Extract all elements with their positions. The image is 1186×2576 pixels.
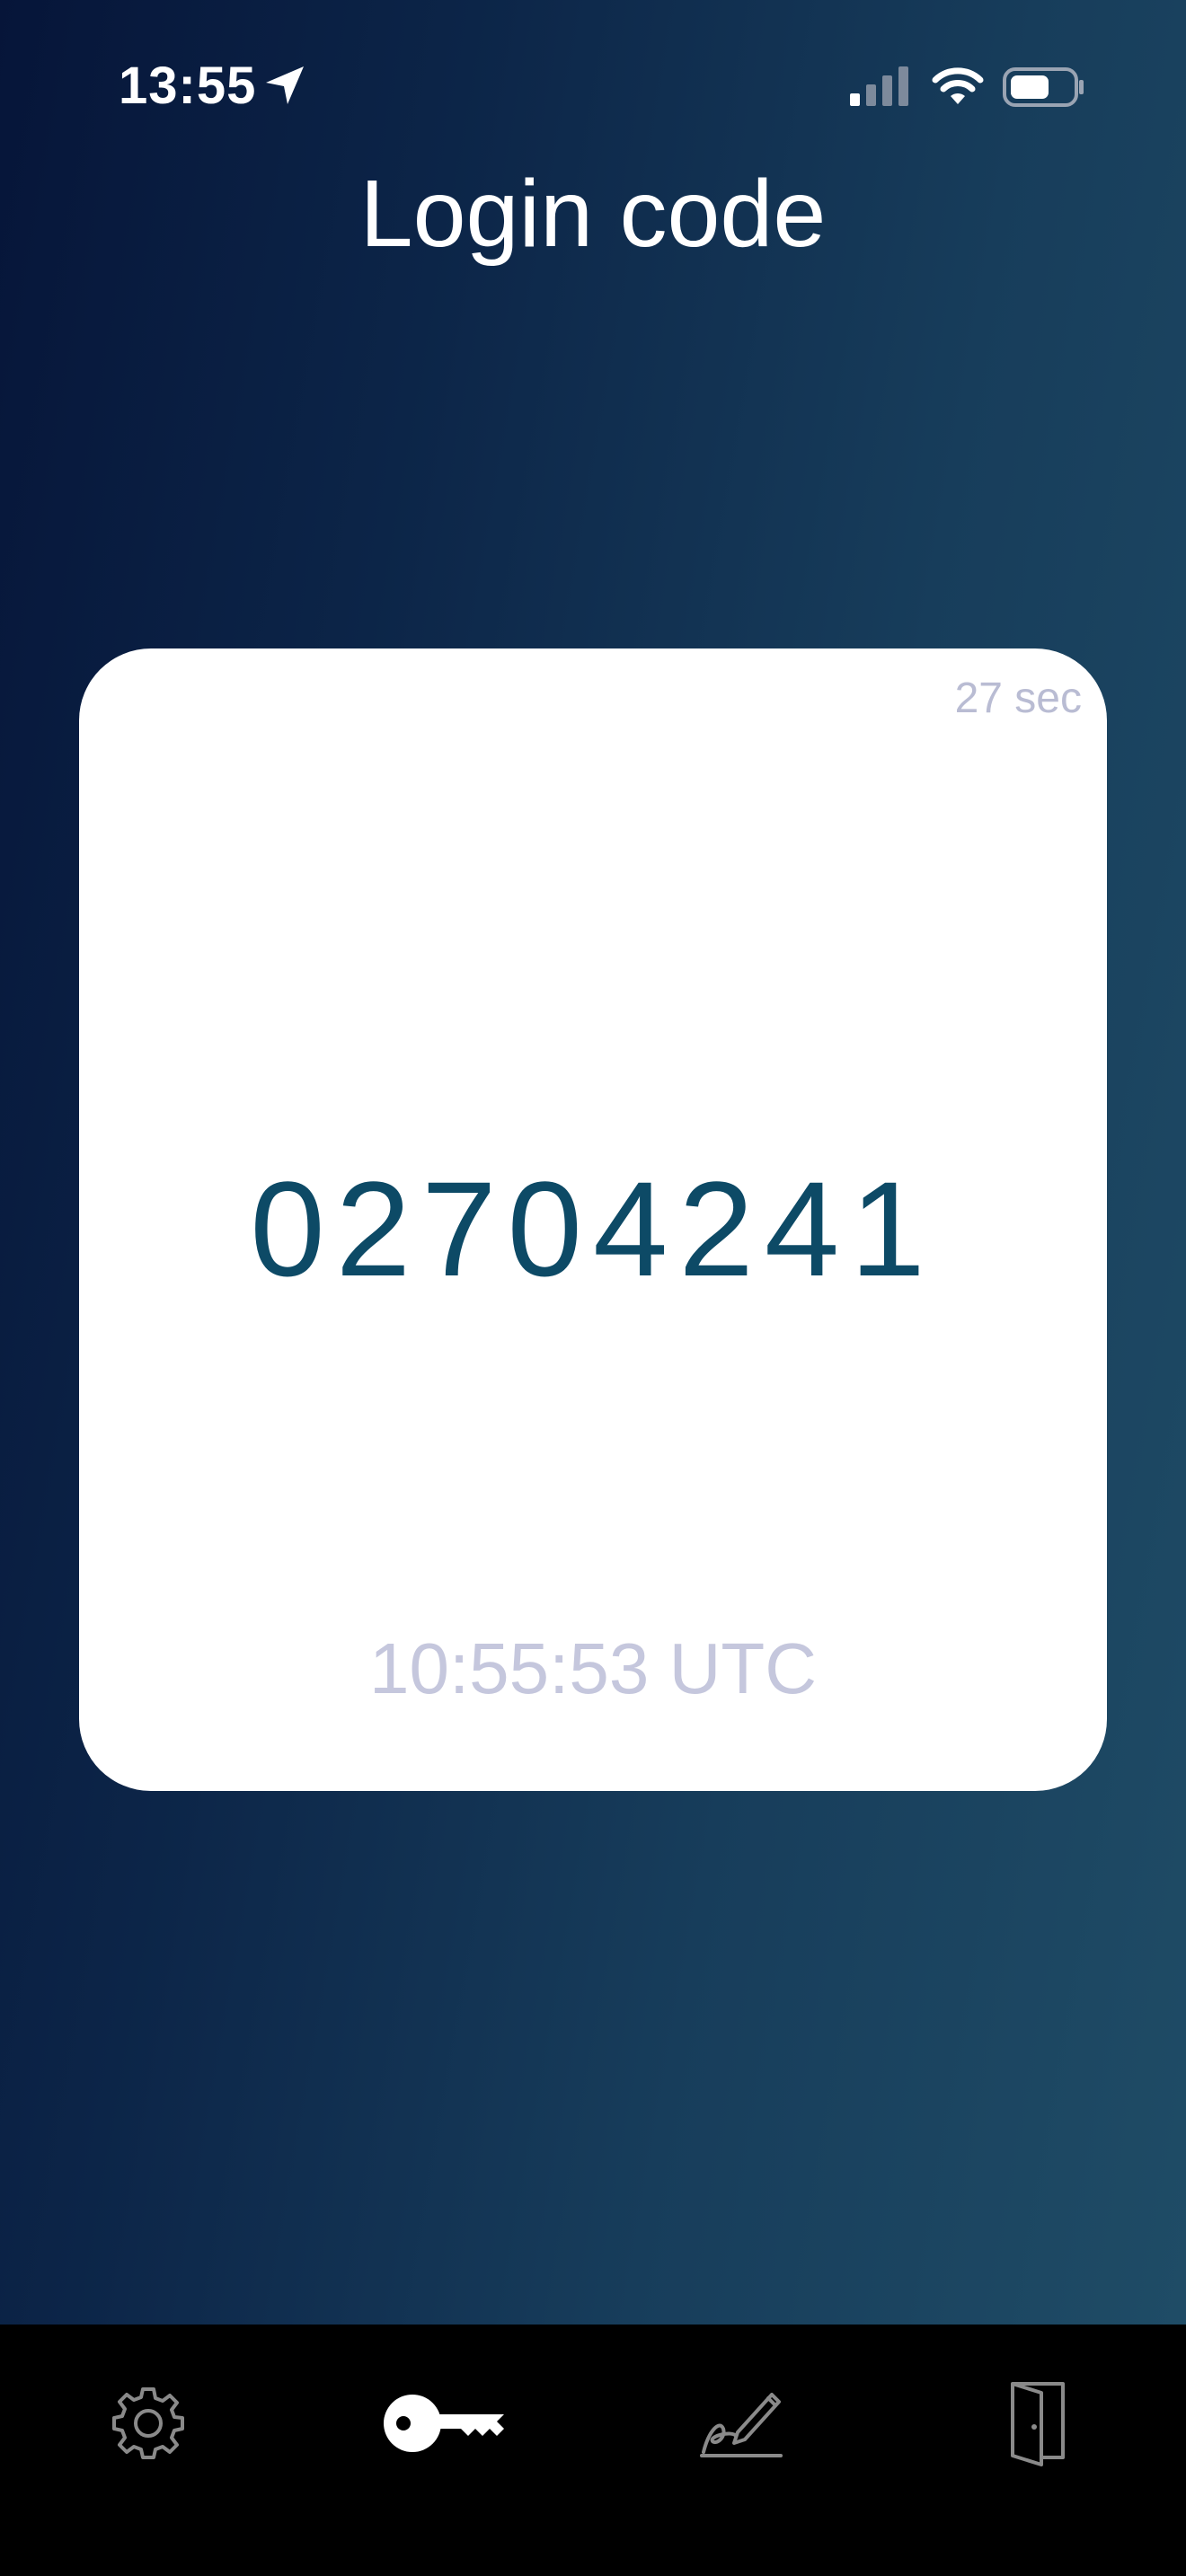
wifi-icon — [932, 67, 984, 104]
battery-icon — [1003, 67, 1084, 107]
location-arrow-icon — [266, 66, 304, 104]
gear-icon — [112, 2387, 184, 2459]
tab-login-code[interactable] — [296, 2325, 593, 2522]
page-title: Login code — [359, 161, 827, 267]
cellular-signal-icon — [850, 66, 908, 106]
signature-icon — [700, 2393, 783, 2457]
logout-door-icon — [1011, 2382, 1065, 2466]
login-code-value[interactable]: 02704241 — [79, 1151, 1107, 1307]
utc-time: 10:55:53 UTC — [368, 1628, 818, 1708]
countdown-timer: 27 sec — [954, 675, 1082, 722]
tab-settings[interactable] — [0, 2325, 296, 2522]
tab-logout[interactable] — [890, 2325, 1186, 2522]
key-icon — [384, 2395, 504, 2452]
status-bar: 13:55 — [0, 0, 1186, 171]
tab-bar — [0, 2325, 1186, 2576]
tab-sign[interactable] — [593, 2325, 890, 2522]
status-time: 13:55 — [119, 57, 257, 115]
login-code-card: 27 sec 02704241 10:55:53 UTC — [79, 648, 1107, 1791]
login-code-screen: 13:55 Login code 27 sec 02704241 10:55:5… — [0, 0, 1186, 2576]
